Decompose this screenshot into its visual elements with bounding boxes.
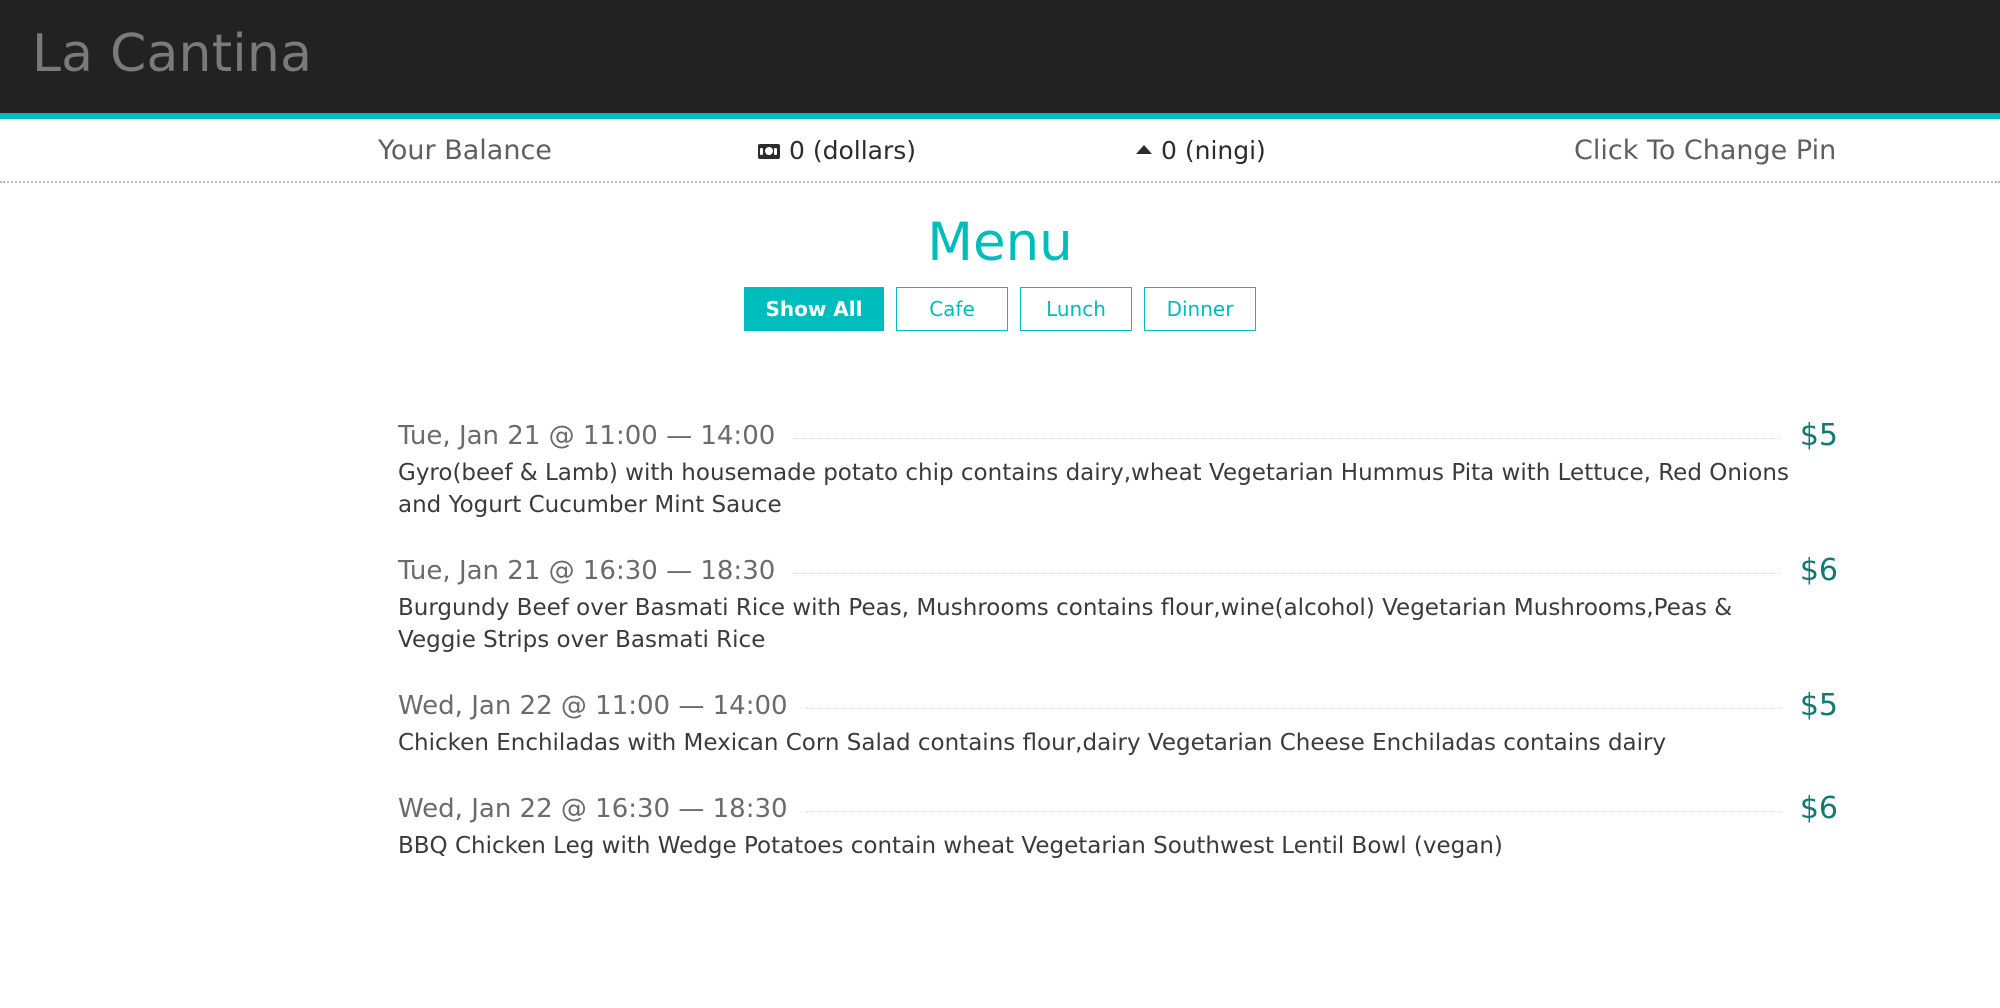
app-header: La Cantina [0,0,2000,113]
menu-entry-header: Wed, Jan 22 @ 11:00 — 14:00 $5 [398,688,1838,723]
menu-entry[interactable]: Tue, Jan 21 @ 11:00 — 14:00 $5 Gyro(beef… [398,418,1838,521]
balance-bar: Your Balance 0 (dollars) 0 (ningi) Click… [0,119,2000,183]
filter-button-cafe[interactable]: Cafe [896,287,1008,331]
triangle-up-icon [1136,144,1152,154]
dollar-balance: 0 (dollars) [758,119,916,181]
dollar-balance-text: 0 (dollars) [789,135,917,165]
filter-button-dinner[interactable]: Dinner [1144,287,1256,331]
filter-button-lunch[interactable]: Lunch [1020,287,1132,331]
change-pin-link[interactable]: Click To Change Pin [1574,119,1836,181]
menu-entry-header: Tue, Jan 21 @ 16:30 — 18:30 $6 [398,553,1838,588]
ningi-balance-text: 0 (ningi) [1161,135,1266,165]
menu-entry-price: $6 [1799,791,1838,826]
menu-entry-price: $5 [1799,418,1838,453]
menu-entry[interactable]: Wed, Jan 22 @ 16:30 — 18:30 $6 BBQ Chick… [398,791,1838,862]
menu-entry-price: $5 [1799,688,1838,723]
menu-entry-rule [793,438,1780,439]
balance-label: Your Balance [378,119,552,181]
menu-entry-time: Wed, Jan 22 @ 16:30 — 18:30 [398,793,788,824]
menu-entry-rule [805,811,1780,812]
menu-entry-time: Tue, Jan 21 @ 11:00 — 14:00 [398,420,776,451]
brand-title: La Cantina [32,24,313,84]
page-title: Menu [927,212,1073,273]
menu-entry-time: Wed, Jan 22 @ 11:00 — 14:00 [398,690,788,721]
menu-list: Tue, Jan 21 @ 11:00 — 14:00 $5 Gyro(beef… [398,418,1838,894]
menu-entry-description: Chicken Enchiladas with Mexican Corn Sal… [398,730,1667,756]
menu-entry-price: $6 [1799,553,1838,588]
ningi-balance: 0 (ningi) [1136,119,1266,181]
menu-entry[interactable]: Wed, Jan 22 @ 11:00 — 14:00 $5 Chicken E… [398,688,1838,759]
menu-entry-header: Wed, Jan 22 @ 16:30 — 18:30 $6 [398,791,1838,826]
menu-entry[interactable]: Tue, Jan 21 @ 16:30 — 18:30 $6 Burgundy … [398,553,1838,656]
change-pin-label: Click To Change Pin [1574,134,1837,166]
menu-entry-time: Tue, Jan 21 @ 16:30 — 18:30 [398,555,776,586]
menu-entry-description: Gyro(beef & Lamb) with housemade potato … [398,460,1789,518]
menu-entry-description: BBQ Chicken Leg with Wedge Potatoes cont… [398,833,1503,859]
menu-entry-rule [793,573,1780,574]
dollar-banknote-icon [758,143,780,159]
menu-entry-header: Tue, Jan 21 @ 11:00 — 14:00 $5 [398,418,1838,453]
balance-label-text: Your Balance [378,134,552,166]
menu-entry-rule [805,708,1780,709]
filter-button-show-all[interactable]: Show All [744,287,884,331]
menu-entry-description: Burgundy Beef over Basmati Rice with Pea… [398,595,1733,653]
menu-filter-group: Show All Cafe Lunch Dinner [0,287,2000,331]
